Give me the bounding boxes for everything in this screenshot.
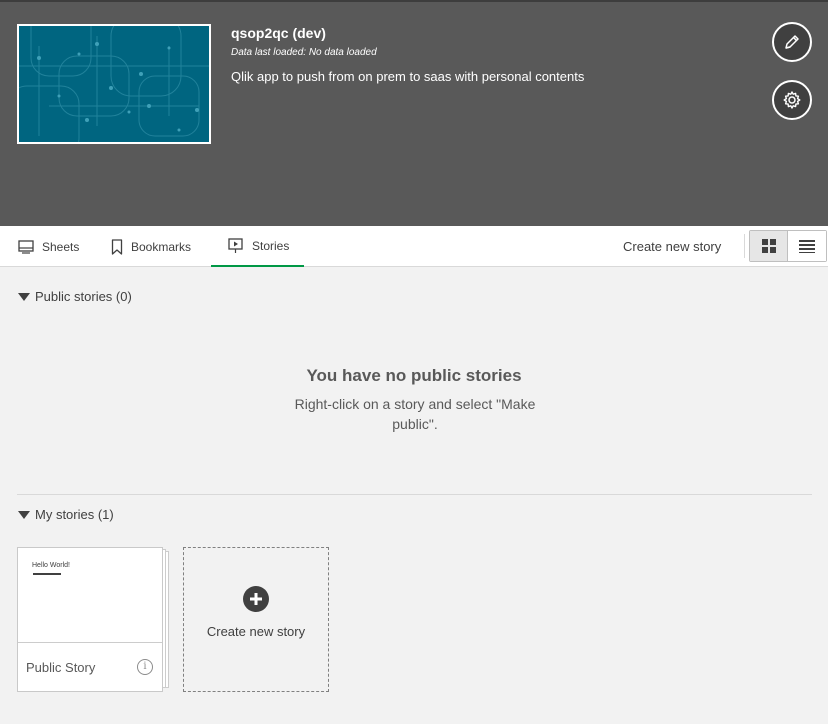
section-title: Public stories (0)	[35, 289, 132, 304]
collapse-triangle-icon	[18, 510, 30, 519]
empty-state-title: You have no public stories	[306, 366, 522, 385]
story-title: Public Story	[26, 660, 96, 675]
pencil-icon	[785, 35, 799, 49]
tab-label: Bookmarks	[131, 239, 192, 254]
list-icon	[799, 240, 815, 253]
plus-circle-icon	[243, 586, 269, 612]
story-card[interactable]: Hello World! Public Story i	[17, 547, 163, 692]
sheets-icon	[18, 239, 34, 254]
gear-icon	[783, 91, 801, 109]
view-toggle	[749, 230, 827, 262]
info-icon[interactable]: i	[137, 659, 153, 675]
create-new-story-button[interactable]: Create new story	[623, 226, 721, 267]
tab-bookmarks[interactable]: Bookmarks	[111, 226, 191, 267]
story-card-stack: Hello World! Public Story i	[17, 547, 169, 692]
grid-view-button[interactable]	[750, 231, 789, 261]
grid-icon	[761, 239, 776, 253]
tab-stories[interactable]: Stories	[211, 226, 304, 267]
tab-label: Stories	[252, 238, 290, 253]
section-title: My stories (1)	[35, 507, 114, 522]
bookmark-icon	[111, 238, 123, 255]
collapse-triangle-icon	[18, 292, 30, 301]
toolbar-divider	[744, 234, 745, 258]
app-settings-button[interactable]	[772, 80, 812, 120]
create-new-story-card[interactable]: Create new story	[183, 547, 329, 692]
tab-sheets[interactable]: Sheets	[18, 226, 79, 267]
create-new-story-label: Create new story	[206, 624, 306, 639]
tab-bar: Sheets Bookmarks Stories Create new stor…	[0, 226, 828, 267]
story-thumbnail: Hello World!	[18, 548, 162, 643]
my-stories-header[interactable]: My stories (1)	[18, 507, 114, 522]
list-view-button[interactable]	[788, 231, 826, 261]
tab-label: Sheets	[42, 239, 80, 254]
story-icon	[228, 237, 244, 254]
app-thumbnail	[17, 24, 211, 144]
public-stories-header[interactable]: Public stories (0)	[18, 289, 132, 304]
app-title: qsop2qc (dev)	[231, 25, 326, 41]
data-last-loaded: Data last loaded: No data loaded	[231, 47, 377, 58]
empty-state-description: Right-click on a story and select "Make …	[294, 396, 536, 432]
app-description: Qlik app to push from on prem to saas wi…	[231, 69, 585, 84]
story-preview-line	[33, 573, 61, 575]
app-header: qsop2qc (dev) Data last loaded: No data …	[0, 0, 828, 226]
edit-app-button[interactable]	[772, 22, 812, 62]
story-preview-text: Hello World!	[32, 562, 70, 569]
section-divider	[17, 494, 812, 495]
